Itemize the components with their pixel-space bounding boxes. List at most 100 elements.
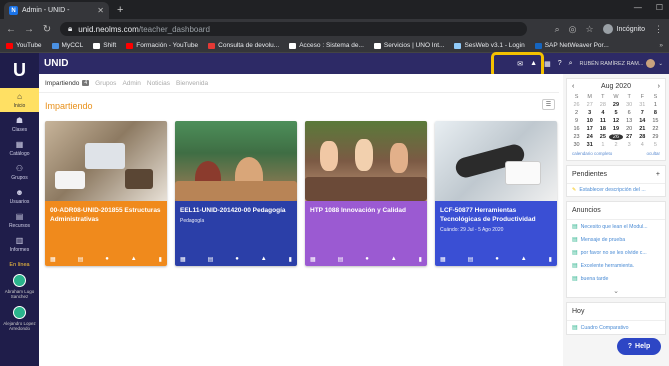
logo[interactable]: U [13,53,26,88]
tab-impartiendo[interactable]: Impartiendo 4 [45,80,90,87]
document-icon[interactable]: ▮ [419,256,422,263]
bookmark-item[interactable]: Consulta de devolu... [208,42,279,49]
calendar-day[interactable]: 1 [596,142,609,148]
bookmark-item[interactable]: MyCCL [51,42,83,49]
class-card[interactable]: HTP 1088 Innovación y Calidad ▦ ▤ ● ▲ ▮ [305,121,427,266]
calendar-day[interactable]: 30 [570,142,583,148]
calendar-day[interactable]: 4 [596,110,609,116]
mail-icon[interactable]: ✉ [517,60,523,68]
calendar-day[interactable]: 25 [596,134,609,140]
class-title[interactable]: LCF-50877 Herramientas Tecnológicas de P… [440,206,552,224]
document-icon[interactable]: ▮ [289,256,292,263]
calendar-day[interactable]: 10 [583,118,596,124]
list-item[interactable]: ▤ Mensaje de prueba [567,233,665,246]
calendar-day[interactable]: 2 [609,142,622,148]
class-title[interactable]: HTP 1088 Innovación y Calidad [310,206,422,215]
maximize-icon[interactable]: ☐ [656,3,663,12]
sidebar-item-catálogo[interactable]: ▦ Catálogo [0,136,39,160]
table-icon[interactable]: ▤ [78,256,84,263]
calendar-day[interactable]: 26 [570,102,583,108]
info-icon[interactable]: ● [495,256,499,263]
calendar-day[interactable]: 7 [636,110,649,116]
calendar-day[interactable]: 6 [623,110,636,116]
list-view-button[interactable]: ☰ [542,99,555,110]
table-icon[interactable]: ▤ [208,256,214,263]
chevron-down-icon[interactable]: ⌄ [567,285,665,297]
bell-icon[interactable]: ▲ [530,60,537,67]
calendar-day[interactable]: 9 [570,118,583,124]
grid-icon[interactable]: ▦ [440,256,446,263]
eye-off-icon[interactable]: ◎ [569,24,577,35]
calendar-day[interactable]: 26 [609,134,623,140]
tab-bienvenida[interactable]: Bienvenida [176,80,208,87]
calendar-day[interactable]: 3 [623,142,636,148]
reload-icon[interactable]: ↻ [42,24,52,35]
menu-dots-icon[interactable]: ⋮ [654,24,663,35]
grid-icon[interactable]: ▦ [310,256,316,263]
calendar-day[interactable]: 22 [649,126,662,132]
bookmark-item[interactable]: YouTube [6,42,42,49]
online-user[interactable]: Abraham Lugo Sanchez [0,274,39,300]
class-title[interactable]: 00-ADR08-UNID-201855 Estructuras Adminis… [50,206,162,224]
grid-icon[interactable]: ▦ [180,256,186,263]
calendar-day[interactable]: 28 [636,134,649,140]
add-pending-button[interactable]: + [656,171,660,178]
list-item[interactable]: ▤ Excelente herramienta. [567,259,665,272]
calendar-day[interactable]: 4 [636,142,649,148]
bookmark-item[interactable]: SesWeb v3.1 - Login [454,42,525,49]
online-user[interactable]: Alejandro Lopez Arredondo [0,305,39,332]
bookmark-item[interactable]: Servicios | UNO Int... [373,42,444,49]
info-icon[interactable]: ● [235,256,239,263]
sidebar-item-grupos[interactable]: ⚇ Grupos [0,160,39,184]
minimize-icon[interactable]: — [634,3,642,12]
search-icon[interactable]: ⌕ [569,60,573,68]
tab-noticias[interactable]: Noticias [147,80,170,87]
bookmark-item[interactable]: Shift [93,42,116,49]
calendar-day[interactable]: 27 [583,102,596,108]
bookmark-item[interactable]: Acceso : Sistema de... [289,42,364,49]
more-bookmarks-icon[interactable]: » [659,42,663,49]
class-title[interactable]: EEL11-UNID-201420-00 Pedagogía [180,206,292,215]
calendar-day[interactable]: 31 [636,102,649,108]
full-calendar-link[interactable]: calendario completo [572,151,612,156]
address-bar[interactable]: 🔒︎ unid.neolms.com/teacher_dashboard [60,22,527,36]
bell-icon[interactable]: ▲ [391,256,397,263]
bell-icon[interactable]: ▲ [521,256,527,263]
calendar-day[interactable]: 29 [609,102,622,108]
calendar-day[interactable]: 13 [623,118,636,124]
calendar-day[interactable]: 17 [583,126,596,132]
calendar-day[interactable]: 31 [583,142,596,148]
bookmark-item[interactable]: SAP NetWeaver Por... [534,42,609,49]
sidebar-item-usuarios[interactable]: ☻ Usuarios [0,184,39,208]
class-card[interactable]: 00-ADR08-UNID-201855 Estructuras Adminis… [45,121,167,266]
incognito-indicator[interactable]: Incógnito [602,24,645,34]
calendar-day[interactable]: 14 [636,118,649,124]
calendar-day[interactable]: 24 [583,134,596,140]
hide-calendar-link[interactable]: ocultar [646,151,660,156]
user-menu[interactable]: RUBÉN RAMÍREZ RAM... ⌄ [580,59,663,68]
sidebar-item-clases[interactable]: ☗ Clases [0,112,39,136]
calendar-day[interactable]: 16 [570,126,583,132]
document-icon[interactable]: ▮ [159,256,162,263]
calendar-day[interactable]: 23 [570,134,583,140]
list-item[interactable]: ▤ Necesito que lean el Modul... [567,220,665,233]
calendar-day[interactable]: 11 [596,118,609,124]
document-icon[interactable]: ▮ [549,256,552,263]
table-icon[interactable]: ▤ [338,256,344,263]
tab-grupos[interactable]: Grupos [95,80,116,87]
sidebar-item-recursos[interactable]: ▤ Recursos [0,208,39,232]
bell-icon[interactable]: ▲ [261,256,267,263]
bookmark-item[interactable]: Formación - YouTube [126,42,198,49]
star-icon[interactable]: ☆ [586,24,594,35]
calendar-day[interactable]: 1 [649,102,662,108]
bell-icon[interactable]: ▲ [131,256,137,263]
back-arrow-icon[interactable]: ← [6,24,16,35]
calendar-day[interactable]: 28 [596,102,609,108]
close-tab-icon[interactable]: ✕ [97,6,104,15]
table-icon[interactable]: ▤ [468,256,474,263]
calendar-day[interactable]: 5 [609,110,622,116]
next-month-icon[interactable]: › [658,83,660,90]
list-item[interactable]: ✎ Establecer descripción del ... [567,184,665,196]
calendar-day[interactable]: 20 [623,126,636,132]
calendar-day[interactable]: 12 [609,118,622,124]
